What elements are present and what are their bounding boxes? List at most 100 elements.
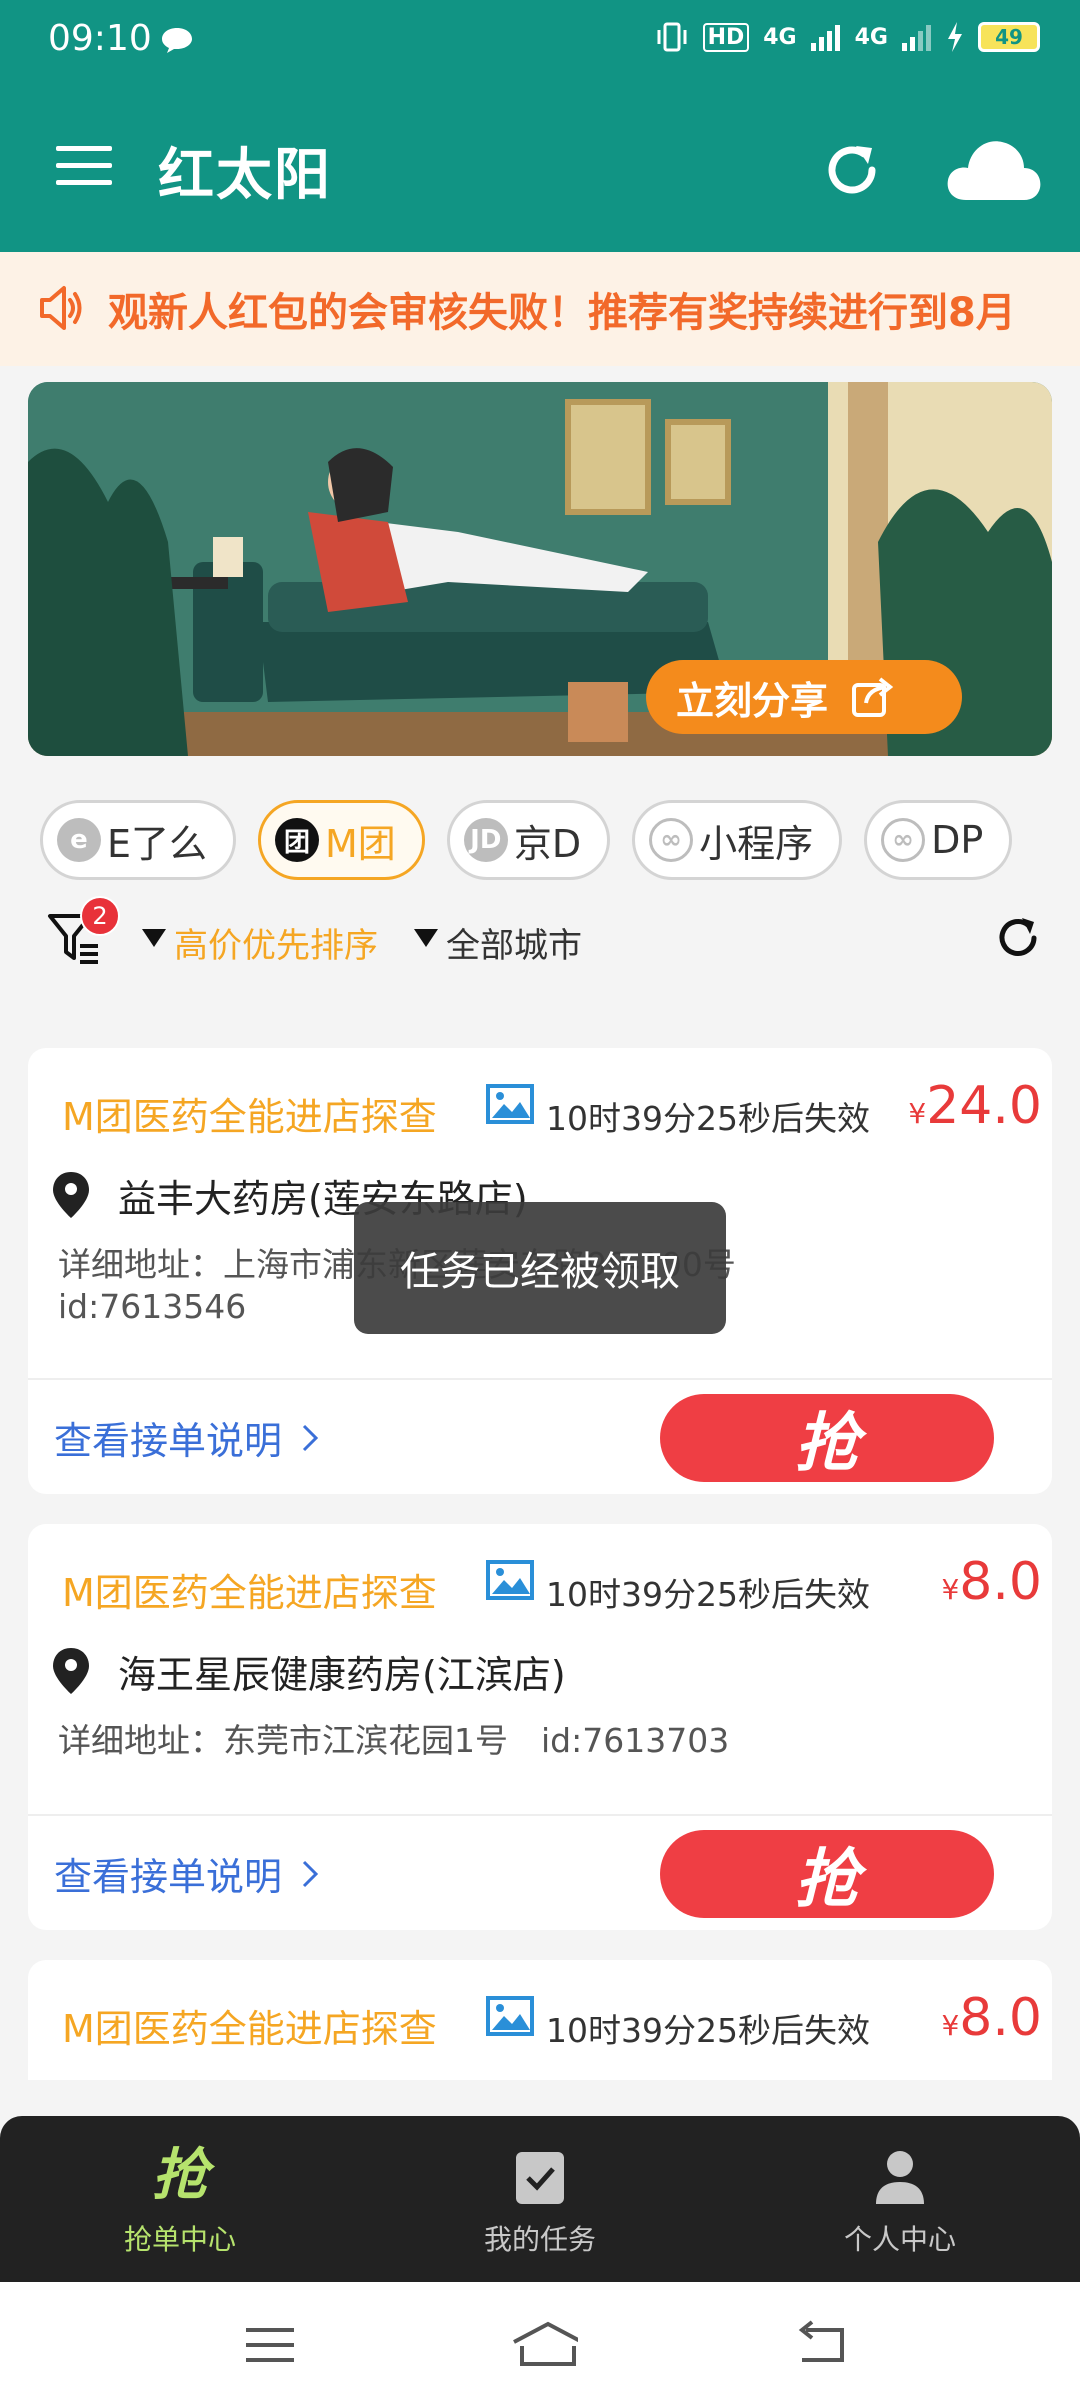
task-price: ¥8.0 xyxy=(941,1552,1042,1612)
price-value: 8.0 xyxy=(959,1988,1042,2048)
cloud-icon[interactable] xyxy=(944,130,1044,206)
network-4g-icon: 4G xyxy=(763,24,797,50)
grab-button[interactable]: 抢 xyxy=(660,1830,994,1918)
message-icon xyxy=(162,28,192,53)
sort-dropdown[interactable]: 高价优先排序 xyxy=(142,918,378,967)
system-icons: HD 4G 4G 49 xyxy=(655,20,1040,54)
shop-name: 海王星辰健康药房(江滨店) xyxy=(118,1653,566,1697)
dropdown-triangle-icon xyxy=(414,928,438,947)
guide-label: 查看接单说明 xyxy=(54,1419,283,1463)
task-card: M团医药全能进店探查 10时39分25秒后失效 ¥8.0 xyxy=(28,1960,1052,2080)
price-value: 8.0 xyxy=(959,1552,1042,1612)
currency-symbol: ¥ xyxy=(941,2009,960,2042)
task-countdown: 10时39分25秒后失效 xyxy=(546,1099,870,1138)
chip-label: E了么 xyxy=(107,821,208,866)
chip-dp[interactable]: ∞ DP xyxy=(864,800,1013,880)
status-time: 09:10 xyxy=(48,18,152,59)
tab-profile[interactable]: 个人中心 xyxy=(800,2144,1000,2258)
chip-eleme[interactable]: e E了么 xyxy=(40,800,237,880)
city-dropdown[interactable]: 全部城市 xyxy=(414,918,582,967)
location-pin-icon xyxy=(53,1172,89,1218)
hd-icon: HD xyxy=(702,22,750,52)
chip-label: 京D xyxy=(513,821,582,866)
task-title: M团医药全能进店探查 xyxy=(62,1095,437,1139)
chip-jd[interactable]: JD 京D xyxy=(446,800,611,880)
image-icon[interactable] xyxy=(484,1556,540,1606)
chevron-right-icon xyxy=(302,1424,319,1451)
back-icon[interactable] xyxy=(792,2320,852,2370)
recent-apps-icon[interactable] xyxy=(240,2320,300,2370)
dropdown-triangle-icon xyxy=(142,928,166,947)
page-title: 红太阳 xyxy=(158,143,332,208)
task-title: M团医药全能进店探查 xyxy=(62,1571,437,1615)
view-guide-link[interactable]: 查看接单说明 xyxy=(54,1410,320,1465)
app-header: 09:10 HD 4G 4G 49 红太阳 xyxy=(0,0,1080,252)
menu-button[interactable] xyxy=(56,146,112,190)
status-bar: 09:10 HD 4G 4G 49 xyxy=(0,0,1080,84)
grab-icon: 抢 xyxy=(152,2143,208,2208)
menu-icon-bar-2 xyxy=(56,163,112,168)
dp-icon: ∞ xyxy=(881,818,926,862)
price-value: 24.0 xyxy=(926,1076,1042,1136)
signal-icon-2 xyxy=(902,25,931,51)
meituan-icon: 团 xyxy=(275,818,320,862)
filter-count-badge: 2 xyxy=(80,896,120,936)
grab-button[interactable]: 抢 xyxy=(660,1394,994,1482)
divider xyxy=(28,1814,1052,1816)
speaker-icon xyxy=(40,286,82,330)
share-icon xyxy=(852,677,894,717)
image-icon[interactable] xyxy=(484,1992,540,2042)
notice-text: 观新人红包的会审核失败！推荐有奖持续进行到8月 xyxy=(108,290,1016,336)
image-icon[interactable] xyxy=(484,1080,540,1130)
jd-icon: JD xyxy=(463,818,508,862)
chip-miniprogram[interactable]: ∞ 小程序 xyxy=(632,800,843,880)
system-nav-bar xyxy=(0,2282,1080,2408)
tab-grab-center[interactable]: 抢 抢单中心 xyxy=(80,2144,280,2258)
currency-symbol: ¥ xyxy=(908,1097,927,1130)
charging-icon xyxy=(948,22,962,52)
notice-bar[interactable]: 观新人红包的会审核失败！推荐有奖持续进行到8月 xyxy=(0,252,1080,366)
city-label: 全部城市 xyxy=(446,926,582,966)
tab-label: 我的任务 xyxy=(483,2223,596,2256)
guide-label: 查看接单说明 xyxy=(54,1855,283,1899)
toast-message: 任务已经被领取 xyxy=(354,1202,726,1334)
chip-meituan[interactable]: 团 M团 xyxy=(258,800,425,880)
task-countdown: 10时39分25秒后失效 xyxy=(546,1575,870,1614)
signal-icon xyxy=(810,25,840,51)
home-icon[interactable] xyxy=(502,2320,578,2370)
network-4g-icon-2: 4G xyxy=(854,24,888,50)
sort-label: 高价优先排序 xyxy=(174,926,378,966)
task-check-icon xyxy=(516,2152,564,2204)
location-pin-icon xyxy=(53,1648,89,1694)
shop-address: 详细地址：东莞市江滨花园1号 id:7613703 xyxy=(58,1720,1018,1762)
refresh-icon[interactable] xyxy=(820,138,884,202)
view-guide-link[interactable]: 查看接单说明 xyxy=(54,1846,320,1901)
task-price: ¥24.0 xyxy=(908,1076,1042,1136)
battery-level: 49 xyxy=(995,25,1023,49)
chip-label: M团 xyxy=(325,821,396,866)
share-label: 立刻分享 xyxy=(676,678,829,723)
user-icon xyxy=(876,2151,924,2204)
chevron-right-icon xyxy=(302,1860,319,1887)
menu-icon-bar-1 xyxy=(56,146,112,151)
list-refresh-icon[interactable] xyxy=(994,914,1042,962)
promo-banner[interactable]: 立刻分享 xyxy=(28,382,1052,756)
task-price: ¥8.0 xyxy=(941,1988,1042,2048)
battery-icon: 49 xyxy=(978,22,1040,52)
miniprogram-icon: ∞ xyxy=(649,818,694,862)
chip-label: DP xyxy=(931,818,984,862)
platform-filter: e E了么 团 M团 JD 京D ∞ 小程序 ∞ DP xyxy=(40,800,1050,882)
currency-symbol: ¥ xyxy=(941,1573,960,1606)
share-button[interactable]: 立刻分享 xyxy=(646,660,962,734)
tab-label: 抢单中心 xyxy=(123,2223,236,2256)
task-card: M团医药全能进店探查 10时39分25秒后失效 ¥8.0 海王星辰健康药房(江滨… xyxy=(28,1524,1052,1930)
vibrate-icon xyxy=(657,22,687,52)
task-countdown: 10时39分25秒后失效 xyxy=(546,2011,870,2050)
bottom-tab-bar: 抢 抢单中心 我的任务 个人中心 xyxy=(0,2116,1080,2282)
tab-my-tasks[interactable]: 我的任务 xyxy=(440,2144,640,2258)
chip-label: 小程序 xyxy=(699,821,814,866)
address-line: 详细地址：东莞市江滨花园1号 id:7613703 xyxy=(58,1721,730,1760)
eleme-icon: e xyxy=(57,818,101,862)
menu-icon-bar-3 xyxy=(56,180,112,185)
tab-label: 个人中心 xyxy=(843,2223,956,2256)
